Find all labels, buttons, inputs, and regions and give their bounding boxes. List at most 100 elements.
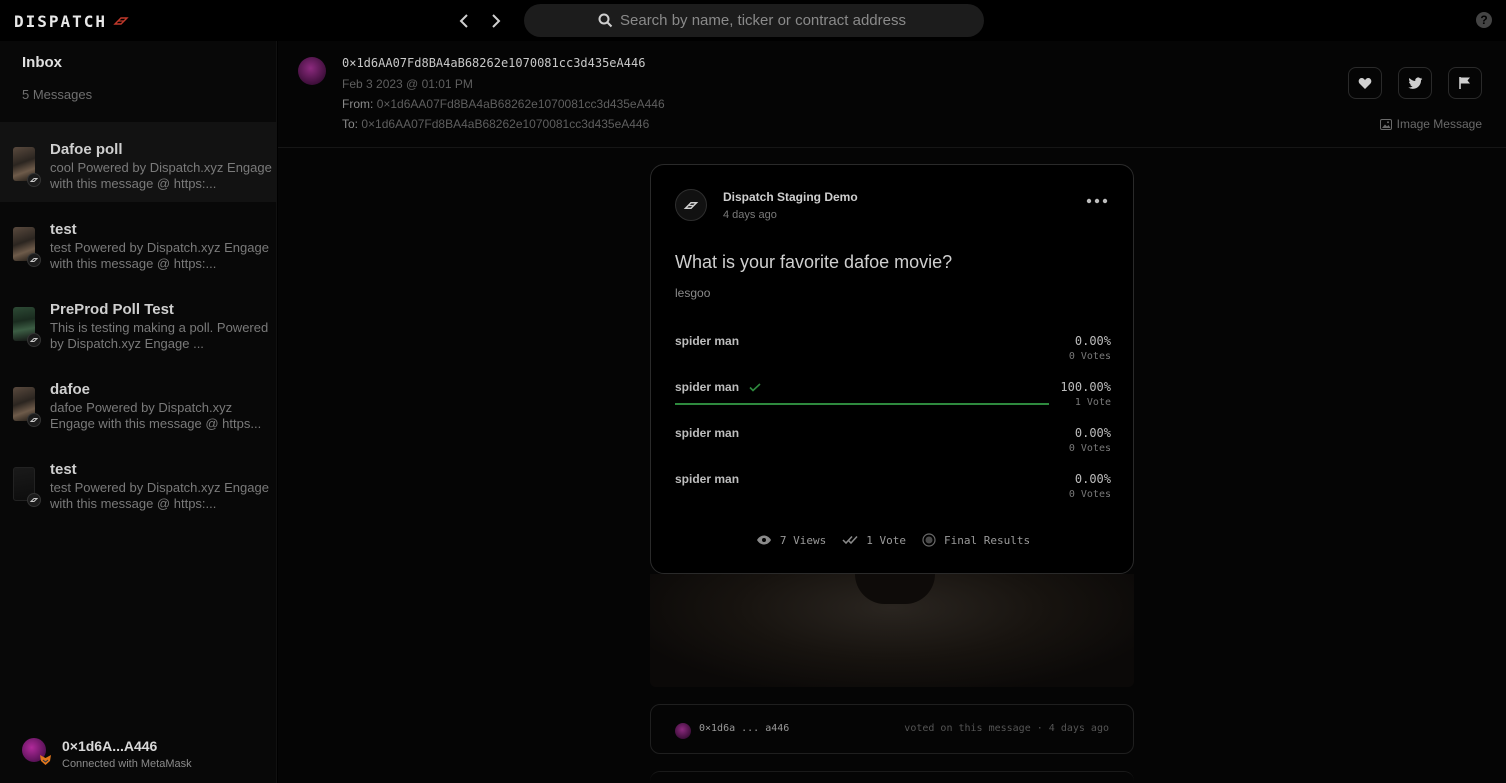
message-item[interactable]: test test Powered by Dispatch.xyz Engage… — [0, 442, 277, 522]
from-address[interactable]: 0×1d6AA07Fd8BA4aB68262e1070081cc3d435eA4… — [377, 97, 665, 111]
message-preview: test Powered by Dispatch.xyz Engage with… — [50, 480, 269, 511]
views-count: 7 Views — [779, 533, 827, 547]
search-bar[interactable] — [524, 4, 984, 37]
option-votes: 0 Votes — [1068, 443, 1111, 454]
results-label: Final Results — [944, 533, 1031, 547]
option-label: spider man — [675, 426, 739, 440]
poll-option[interactable]: spider man 0.00% 0 Votes — [675, 426, 1111, 462]
poll-option[interactable]: spider man 0.00% 0 Votes — [675, 334, 1111, 370]
activity-text: voted on this message · 4 days ago — [904, 723, 1109, 734]
report-button[interactable] — [1448, 67, 1482, 99]
message-title: test — [50, 221, 77, 238]
option-text: spider man — [675, 472, 740, 486]
dispatch-badge-icon — [27, 413, 41, 427]
check-icon — [749, 382, 761, 392]
activity-item: 0×1d6a ... a446 voted on this message · … — [650, 704, 1134, 754]
message-item[interactable]: PreProd Poll Test This is testing making… — [0, 282, 277, 362]
poll-description: lesgoo — [675, 286, 711, 300]
option-text: spider man — [675, 380, 740, 394]
message-image — [650, 574, 1134, 687]
search-input[interactable] — [620, 12, 984, 29]
poll-option[interactable]: spider man 0.00% 0 Votes — [675, 472, 1111, 508]
double-check-icon — [842, 535, 858, 545]
search-icon — [598, 13, 613, 28]
message-count: 5 Messages — [22, 87, 93, 102]
image-detail — [855, 574, 935, 604]
message-item[interactable]: dafoe dafoe Powered by Dispatch.xyz Enga… — [0, 362, 277, 442]
option-votes: 1 Vote — [1074, 397, 1111, 408]
results-status: Final Results — [922, 533, 1030, 547]
chevron-left-icon — [459, 14, 468, 28]
poll-question: What is your favorite dafoe movie? — [675, 252, 953, 272]
message-type: Image Message — [1379, 117, 1482, 131]
dispatch-badge-icon — [27, 173, 41, 187]
sender-avatar[interactable] — [298, 57, 326, 85]
message-title: PreProd Poll Test — [50, 301, 174, 318]
option-percent: 100.00% — [1060, 380, 1111, 394]
option-label: spider man — [675, 472, 739, 486]
from-line: From: 0×1d6AA07Fd8BA4aB68262e1070081cc3d… — [342, 97, 665, 111]
message-preview: This is testing making a poll. Powered b… — [50, 320, 269, 351]
metamask-fox-icon — [40, 755, 51, 765]
poll-option-selected[interactable]: spider man 100.00% 1 Vote — [675, 380, 1111, 416]
option-percent: 0.00% — [1074, 426, 1111, 440]
image-icon — [1379, 118, 1392, 130]
poll-author[interactable]: Dispatch Staging Demo — [723, 190, 858, 204]
chevron-right-icon — [492, 14, 501, 28]
option-label: spider man — [675, 334, 739, 348]
like-button[interactable] — [1348, 67, 1382, 99]
message-list: Dafoe poll cool Powered by Dispatch.xyz … — [0, 122, 277, 522]
views-stat: 7 Views — [756, 534, 826, 547]
message-view: 0×1d6AA07Fd8BA4aB68262e1070081cc3d435eA4… — [278, 41, 1506, 783]
message-header: 0×1d6AA07Fd8BA4aB68262e1070081cc3d435eA4… — [278, 41, 1506, 148]
dispatch-logo[interactable]: DISPATCH — [14, 12, 129, 31]
forward-button[interactable] — [485, 10, 507, 32]
message-item[interactable]: test test Powered by Dispatch.xyz Engage… — [0, 202, 277, 282]
votes-count: 1 Vote — [866, 533, 906, 547]
sent-date: Feb 3 2023 @ 01:01 PM — [342, 77, 473, 91]
twitter-icon — [1407, 76, 1422, 89]
account-address: 0×1d6A...A446 — [62, 738, 158, 754]
option-text: spider man — [675, 334, 740, 348]
back-button[interactable] — [453, 10, 475, 32]
voter-avatar[interactable] — [675, 723, 691, 739]
voter-address[interactable]: 0×1d6a ... a446 — [699, 723, 789, 734]
option-label: spider man — [675, 380, 761, 394]
share-twitter-button[interactable] — [1398, 67, 1432, 99]
account-panel[interactable]: 0×1d6A...A446 Connected with MetaMask — [0, 723, 277, 783]
dispatch-logo-icon — [683, 201, 699, 209]
option-progress-bar — [675, 449, 1049, 451]
author-avatar — [675, 189, 707, 221]
option-votes: 0 Votes — [1068, 489, 1111, 500]
option-percent: 0.00% — [1074, 334, 1111, 348]
help-icon[interactable]: ? — [1476, 12, 1492, 28]
poll-time: 4 days ago — [723, 209, 777, 221]
heart-icon — [1358, 77, 1372, 89]
message-title: dafoe — [50, 381, 91, 398]
message-item[interactable]: Dafoe poll cool Powered by Dispatch.xyz … — [0, 122, 277, 202]
option-percent: 0.00% — [1074, 472, 1111, 486]
from-label: From: — [342, 97, 374, 111]
option-progress-bar — [675, 357, 1049, 359]
dispatch-badge-icon — [27, 253, 41, 267]
message-title: Dafoe poll — [50, 141, 123, 158]
option-votes: 0 Votes — [1068, 351, 1111, 362]
message-preview: cool Powered by Dispatch.xyz Engage with… — [50, 160, 272, 191]
more-options-icon[interactable] — [1085, 195, 1109, 207]
sender-address[interactable]: 0×1d6AA07Fd8BA4aB68262e1070081cc3d435eA4… — [342, 56, 645, 70]
poll-card: Dispatch Staging Demo 4 days ago What is… — [650, 164, 1134, 574]
results-icon — [922, 533, 936, 547]
option-text: spider man — [675, 426, 740, 440]
eye-icon — [756, 535, 771, 545]
logo-mark-icon — [113, 17, 129, 25]
flag-icon — [1459, 77, 1470, 89]
option-progress-bar — [675, 403, 1049, 405]
inbox-title: Inbox — [22, 54, 62, 71]
message-title: test — [50, 461, 77, 478]
to-address[interactable]: 0×1d6AA07Fd8BA4aB68262e1070081cc3d435eA4… — [361, 117, 649, 131]
poll-footer: 7 Views 1 Vote Final Results — [651, 533, 1135, 547]
votes-stat: 1 Vote — [842, 534, 906, 547]
message-type-label: Image Message — [1396, 117, 1482, 131]
to-label: To: — [342, 117, 359, 131]
message-preview: test Powered by Dispatch.xyz Engage with… — [50, 240, 269, 271]
